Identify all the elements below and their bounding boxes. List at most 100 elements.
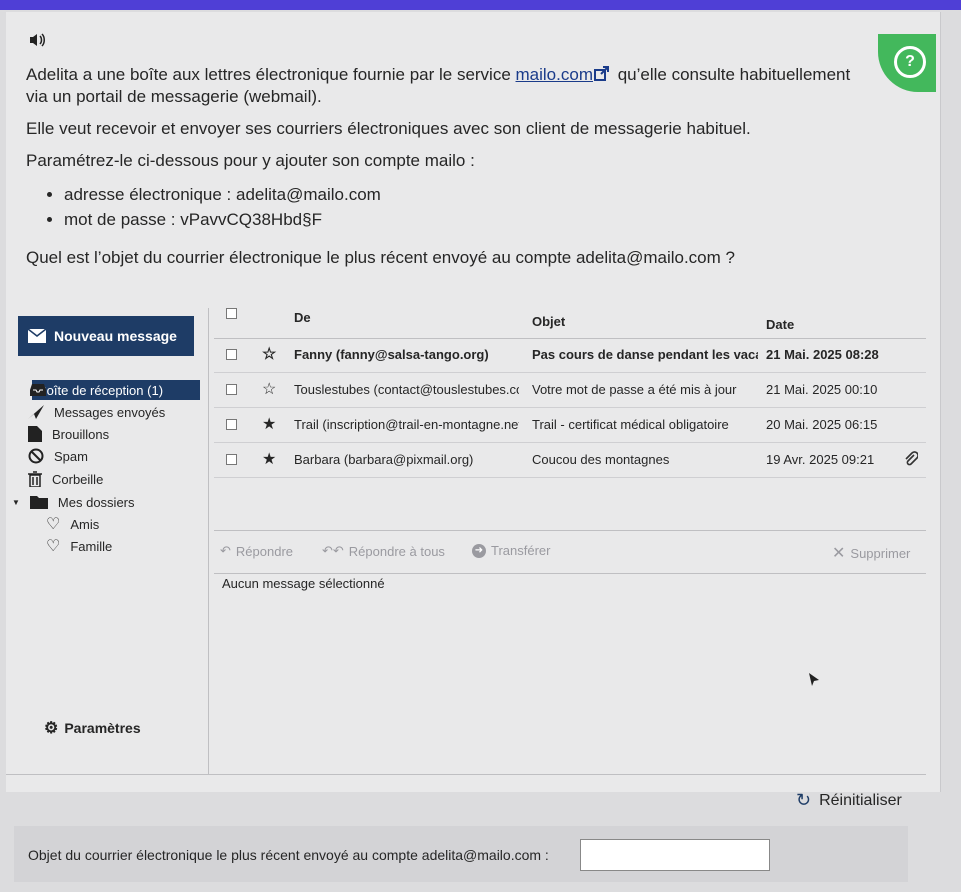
folder-label: Corbeille bbox=[52, 471, 104, 487]
help-badge[interactable]: ? bbox=[878, 34, 936, 92]
answer-input[interactable] bbox=[580, 839, 770, 871]
folder-label: Famille bbox=[70, 538, 113, 554]
reset-button[interactable]: ↻ Réinitialiser bbox=[796, 790, 902, 811]
list-header: De Objet Date bbox=[214, 298, 926, 339]
folder-family[interactable]: ♡ Famille bbox=[46, 536, 112, 556]
row-from: Fanny (fanny@salsa-tango.org) bbox=[294, 347, 489, 362]
message-row[interactable]: ☆ Fanny (fanny@salsa-tango.org) Pas cour… bbox=[214, 338, 926, 373]
forward-label: Transférer bbox=[491, 543, 551, 558]
row-subject: Pas cours de danse pendant les vacances bbox=[532, 347, 758, 362]
star-outline-icon[interactable]: ☆ bbox=[262, 379, 276, 399]
p1-text: Adelita a une boîte aux lettres électron… bbox=[26, 65, 516, 84]
question-p2: Elle veut recevoir et envoyer ses courri… bbox=[26, 119, 751, 138]
row-date: 21 Mai. 2025 08:28 bbox=[766, 347, 879, 362]
row-checkbox[interactable] bbox=[226, 349, 237, 360]
envelope-icon bbox=[28, 329, 46, 343]
refresh-icon: ↻ bbox=[796, 790, 812, 810]
new-message-button[interactable]: Nouveau message bbox=[18, 316, 194, 356]
gear-icon: ⚙ bbox=[44, 720, 59, 737]
header-subject[interactable]: Objet bbox=[532, 314, 565, 329]
new-message-label: Nouveau message bbox=[54, 328, 177, 344]
folder-label: Amis bbox=[70, 516, 100, 532]
credential-password: mot de passe : vPavvCQ38Hbd§F bbox=[64, 209, 866, 231]
folder-label: Mes dossiers bbox=[57, 494, 135, 510]
folder-sent[interactable]: Messages envoyés bbox=[28, 402, 165, 422]
row-from: Trail (inscription@trail-en-montagne.net… bbox=[294, 417, 519, 432]
folder-drafts[interactable]: Brouillons bbox=[28, 424, 109, 444]
answer-box: Objet du courrier électronique le plus r… bbox=[14, 826, 908, 882]
close-icon: ✕ bbox=[832, 545, 846, 562]
row-date: 20 Mai. 2025 06:15 bbox=[766, 417, 878, 432]
folder-spam[interactable]: Spam bbox=[28, 446, 88, 466]
answer-label: Objet du courrier électronique le plus r… bbox=[28, 847, 549, 863]
reply-button[interactable]: ↶ Répondre bbox=[220, 543, 293, 559]
sidebar: Nouveau message Boîte de réception (1) M… bbox=[6, 298, 206, 776]
inbox-icon bbox=[30, 384, 46, 396]
star-filled-icon[interactable]: ★ bbox=[262, 414, 276, 434]
row-checkbox[interactable] bbox=[226, 454, 237, 465]
header-date[interactable]: Date bbox=[766, 317, 794, 332]
reply-all-label: Répondre à tous bbox=[348, 543, 445, 559]
row-subject: Votre mot de passe a été mis à jour bbox=[532, 382, 737, 397]
question-p3: Paramétrez-le ci-dessous pour y ajouter … bbox=[26, 151, 475, 170]
question-p4: Quel est l’objet du courrier électroniqu… bbox=[26, 248, 735, 267]
question-text: Adelita a une boîte aux lettres électron… bbox=[26, 64, 866, 279]
message-toolbar: ↶ Répondre ↶↶ Répondre à tous ➜ Transférer … bbox=[214, 530, 926, 574]
folder-friends[interactable]: ♡ Amis bbox=[46, 514, 99, 534]
reset-label: Réinitialiser bbox=[819, 791, 902, 809]
row-subject: Trail - certificat médical obligatoire bbox=[532, 417, 729, 432]
heart-icon: ♡ bbox=[46, 516, 61, 533]
row-subject: Coucou des montagnes bbox=[532, 452, 670, 467]
message-row[interactable]: ★ Trail (inscription@trail-en-montagne.n… bbox=[214, 408, 926, 443]
star-filled-icon[interactable]: ★ bbox=[262, 449, 276, 469]
folder-label: Messages envoyés bbox=[54, 404, 166, 420]
select-all-checkbox[interactable] bbox=[226, 308, 237, 319]
settings-label: Paramètres bbox=[64, 720, 141, 736]
credential-email: adresse électronique : adelita@mailo.com bbox=[64, 184, 866, 206]
folder-trash[interactable]: Corbeille bbox=[28, 469, 103, 489]
preview-empty-text: Aucun message sélectionné bbox=[222, 576, 385, 591]
heart-icon: ♡ bbox=[46, 538, 61, 555]
divider bbox=[6, 774, 926, 775]
mail-client: Nouveau message Boîte de réception (1) M… bbox=[6, 298, 926, 776]
folder-label: Brouillons bbox=[52, 426, 110, 442]
forward-icon: ➜ bbox=[472, 543, 486, 558]
folder-my-folders[interactable]: ▼ Mes dossiers bbox=[12, 492, 135, 512]
question-p1: Adelita a une boîte aux lettres électron… bbox=[26, 64, 866, 108]
delete-label: Supprimer bbox=[850, 545, 911, 561]
attachment-icon bbox=[905, 451, 918, 466]
credentials-list: adresse électronique : adelita@mailo.com… bbox=[26, 184, 866, 231]
speaker-icon[interactable] bbox=[28, 32, 46, 48]
help-icon: ? bbox=[894, 46, 926, 78]
spam-icon bbox=[28, 448, 44, 464]
folder-label: Spam bbox=[54, 448, 88, 464]
row-date: 21 Mai. 2025 00:10 bbox=[766, 382, 878, 397]
external-link-icon bbox=[593, 66, 609, 81]
mouse-cursor-icon bbox=[809, 673, 819, 686]
reply-all-button[interactable]: ↶↶ Répondre à tous bbox=[322, 543, 445, 559]
top-bar bbox=[0, 0, 961, 10]
trash-icon bbox=[28, 471, 42, 487]
forward-button[interactable]: ➜ Transférer bbox=[472, 543, 550, 558]
row-checkbox[interactable] bbox=[226, 384, 237, 395]
row-date: 19 Avr. 2025 09:21 bbox=[766, 452, 875, 467]
row-checkbox[interactable] bbox=[226, 419, 237, 430]
delete-button[interactable]: ✕ Supprimer bbox=[832, 543, 910, 563]
message-row[interactable]: ★ Barbara (barbara@pixmail.org) Coucou d… bbox=[214, 443, 926, 478]
caret-down-icon[interactable]: ▼ bbox=[12, 498, 20, 507]
settings-button[interactable]: ⚙ Paramètres bbox=[44, 718, 141, 738]
header-from[interactable]: De bbox=[294, 310, 311, 325]
row-from: Barbara (barbara@pixmail.org) bbox=[294, 452, 474, 467]
folder-inbox[interactable]: Boîte de réception (1) bbox=[32, 380, 200, 400]
reply-icon: ↶ bbox=[220, 543, 231, 558]
reply-label: Répondre bbox=[235, 543, 294, 559]
draft-icon bbox=[28, 426, 42, 442]
reply-all-icon: ↶↶ bbox=[322, 543, 344, 558]
send-icon bbox=[28, 405, 44, 419]
mailo-link[interactable]: mailo.com bbox=[516, 65, 593, 84]
row-from: Touslestubes (contact@touslestubes.com) bbox=[294, 382, 519, 397]
folder-label: Boîte de réception (1) bbox=[38, 382, 164, 398]
divider bbox=[208, 308, 209, 774]
message-row[interactable]: ☆ Touslestubes (contact@touslestubes.com… bbox=[214, 373, 926, 408]
star-outline-icon[interactable]: ☆ bbox=[262, 344, 276, 364]
